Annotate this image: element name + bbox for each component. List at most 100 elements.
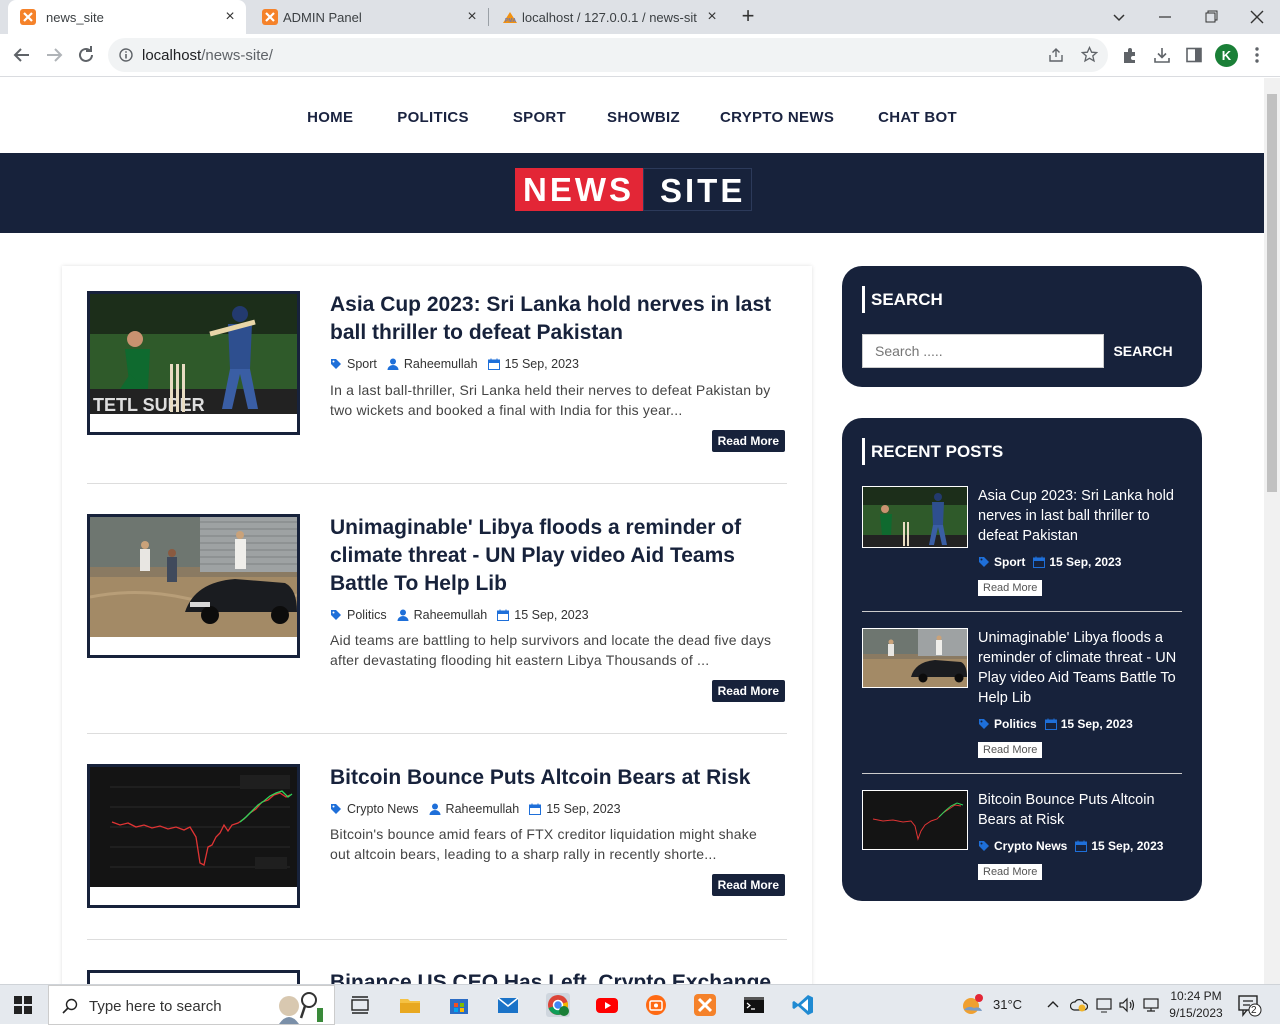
taskbar-clock[interactable]: 10:24 PM 9/15/2023 [1158, 988, 1234, 1022]
post-title[interactable]: Asia Cup 2023: Sri Lanka hold nerves in … [330, 291, 780, 347]
weather-temp[interactable]: 31°C [993, 997, 1022, 1012]
recent-post-thumbnail-cricket[interactable] [862, 486, 968, 548]
windows-start-icon[interactable] [14, 996, 32, 1014]
recent-post-thumbnail-bitcoin-chart[interactable] [862, 790, 968, 850]
cricket-image-icon [863, 487, 967, 547]
extensions-icon[interactable] [1121, 47, 1138, 64]
read-more-button[interactable]: Read More [711, 430, 785, 452]
taskbar-search-box[interactable]: Type here to search [48, 985, 335, 1025]
recent-read-more-button[interactable]: Read More [978, 864, 1043, 880]
download-icon[interactable] [1153, 46, 1171, 64]
forward-icon[interactable] [43, 44, 65, 66]
flood-image-icon [863, 629, 967, 687]
back-icon[interactable] [11, 44, 33, 66]
task-view-icon[interactable] [348, 993, 372, 1017]
calendar-icon [529, 803, 542, 815]
new-tab-button[interactable]: + [737, 5, 759, 28]
side-panel-icon[interactable] [1186, 47, 1202, 63]
nav-chat-bot[interactable]: CHAT BOT [878, 109, 957, 153]
profile-avatar[interactable]: K [1215, 44, 1238, 67]
recent-post-title[interactable]: Asia Cup 2023: Sri Lanka hold nerves in … [978, 486, 1178, 546]
tab-title: ADMIN Panel [283, 10, 362, 25]
microsoft-store-icon[interactable] [447, 993, 471, 1017]
nav-home[interactable]: HOME [307, 109, 353, 153]
scrollbar-thumb[interactable] [1267, 94, 1277, 492]
read-more-button[interactable]: Read More [711, 680, 785, 702]
price-chart-image-icon [90, 767, 297, 887]
calendar-icon [497, 609, 510, 621]
xampp-icon [20, 9, 36, 25]
svg-text:TETL SUPER: TETL SUPER [93, 395, 205, 414]
browser-tab-bar: news_site × ADMIN Panel × PMA localhost … [0, 0, 1280, 34]
display-icon[interactable] [1096, 997, 1112, 1013]
recent-post-category[interactable]: Crypto News [994, 839, 1067, 853]
tab-search-chevron-icon[interactable] [1108, 6, 1130, 28]
post-thumbnail-floods[interactable] [87, 514, 300, 658]
close-tab-icon[interactable]: × [704, 9, 720, 25]
xampp-icon[interactable] [693, 993, 717, 1017]
post-thumbnail-bitcoin-chart[interactable] [87, 764, 300, 908]
bookmark-star-icon[interactable] [1081, 46, 1098, 63]
weather-icon[interactable] [960, 993, 984, 1017]
read-more-button[interactable]: Read More [711, 874, 785, 896]
close-tab-icon[interactable]: × [464, 9, 480, 25]
nav-sport[interactable]: SPORT [513, 109, 566, 153]
recent-post-thumbnail-floods[interactable] [862, 628, 968, 688]
volume-icon[interactable] [1118, 997, 1136, 1013]
search-button[interactable]: SEARCH [1104, 334, 1182, 368]
screen-recorder-icon[interactable] [644, 993, 668, 1017]
chevron-up-icon[interactable] [1046, 997, 1060, 1011]
close-tab-icon[interactable]: × [222, 9, 238, 25]
address-bar[interactable]: localhost/news-site/ [108, 38, 1108, 72]
tag-icon [330, 803, 342, 815]
cloud-sync-icon[interactable] [1070, 997, 1088, 1013]
notification-icon[interactable] [1238, 995, 1262, 1017]
recent-post-category[interactable]: Politics [994, 717, 1037, 731]
share-icon[interactable] [1048, 47, 1064, 63]
tab-news-site[interactable]: news_site × [8, 0, 246, 34]
search-highlight-icon[interactable] [263, 988, 329, 1024]
vscode-icon[interactable] [791, 993, 815, 1017]
recent-posts-title: RECENT POSTS [862, 438, 1003, 465]
recent-read-more-button[interactable]: Read More [978, 742, 1043, 758]
recent-post-title[interactable]: Bitcoin Bounce Puts Altcoin Bears at Ris… [978, 790, 1178, 830]
user-icon [387, 358, 399, 370]
terminal-icon[interactable] [742, 993, 766, 1017]
post-category[interactable]: Politics [347, 608, 387, 622]
site-logo[interactable]: NEWS SITE [515, 168, 753, 211]
post-thumbnail-cricket[interactable]: TETL SUPER [87, 291, 300, 435]
nav-politics[interactable]: POLITICS [397, 109, 469, 153]
post-title[interactable]: Bitcoin Bounce Puts Altcoin Bears at Ris… [330, 764, 780, 792]
post-author: Raheemullah [413, 608, 488, 622]
recent-post-category[interactable]: Sport [994, 555, 1025, 569]
post-title[interactable]: Unimaginable' Libya floods a reminder of… [330, 514, 780, 598]
recent-post-meta: Sport 15 Sep, 2023 [978, 555, 1121, 569]
more-menu-icon[interactable] [1254, 46, 1260, 64]
post-category[interactable]: Crypto News [347, 802, 419, 816]
nav-showbiz[interactable]: SHOWBIZ [607, 109, 680, 153]
recent-post-title[interactable]: Unimaginable' Libya floods a reminder of… [978, 628, 1178, 708]
search-input[interactable] [862, 334, 1104, 368]
close-window-icon[interactable] [1246, 6, 1268, 28]
minimize-icon[interactable] [1154, 6, 1176, 28]
post-title[interactable]: Binance US CEO Has Left, Crypto Exchange [330, 969, 780, 984]
search-widget: SEARCH SEARCH [842, 266, 1202, 387]
youtube-icon[interactable] [595, 993, 619, 1017]
recent-read-more-button[interactable]: Read More [978, 580, 1043, 596]
nav-crypto-news[interactable]: CRYPTO NEWS [720, 109, 834, 153]
post-thumbnail[interactable] [87, 970, 300, 984]
info-icon[interactable] [119, 48, 133, 62]
reload-icon[interactable] [75, 44, 97, 66]
calendar-icon [1044, 718, 1057, 730]
post-category[interactable]: Sport [347, 357, 377, 371]
mail-icon[interactable] [496, 993, 520, 1017]
tab-phpmyadmin[interactable]: PMA localhost / 127.0.0.1 / news-site / … [490, 0, 728, 34]
page-scrollbar[interactable] [1264, 78, 1280, 984]
user-icon [429, 803, 441, 815]
tab-admin-panel[interactable]: ADMIN Panel × [250, 0, 488, 34]
restore-icon[interactable] [1200, 6, 1222, 28]
file-explorer-icon[interactable] [398, 993, 422, 1017]
recent-post-item: Bitcoin Bounce Puts Altcoin Bears at Ris… [862, 790, 1182, 890]
chrome-icon[interactable] [546, 993, 570, 1017]
phpmyadmin-icon: PMA [502, 9, 518, 25]
